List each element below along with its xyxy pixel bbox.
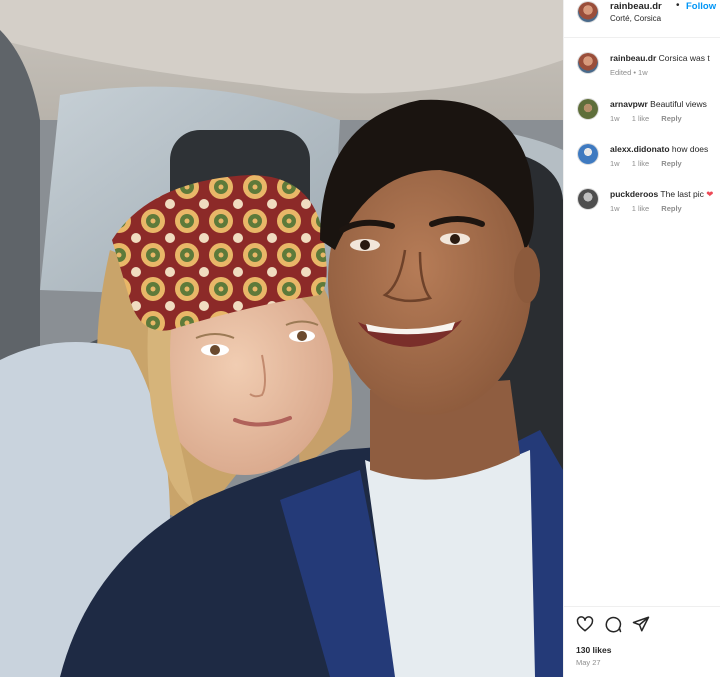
list-item: arnavpwr Beautiful views 1w 1 like Reply [564,90,720,130]
post-author-username[interactable]: rainbeau.dr [610,1,662,12]
comment-meta-edited: Edited • 1w [610,68,648,77]
list-item: puckderoos The last pic ❤ 1w 1 like Repl… [564,180,720,220]
comment-icon[interactable] [604,615,624,635]
post-date: May 27 [576,658,601,667]
comment-time: 1w [610,204,620,213]
comment-likes[interactable]: 1 like [632,114,650,123]
comment-text: Corsica was t [658,53,710,63]
avatar[interactable] [577,98,599,120]
avatar[interactable] [577,1,599,23]
comment-time: 1w [610,159,620,168]
comment-text: The last pic [660,189,704,199]
post-side-panel: rainbeau.dr • Follow Corté, Corsica rain… [563,0,720,677]
likes-count[interactable]: 130 likes [576,645,611,655]
separator-dot: • [676,0,680,11]
heart-icon[interactable] [576,615,596,635]
post-photo[interactable] [0,0,563,677]
comment-username[interactable]: puckderoos [610,189,658,199]
comment-text: how does [671,144,709,154]
avatar[interactable] [577,143,599,165]
post-header: rainbeau.dr • Follow Corté, Corsica [564,0,720,38]
reply-button[interactable]: Reply [661,114,681,123]
comment-time: 1w [610,114,620,123]
reply-button[interactable]: Reply [661,204,681,213]
comment-username[interactable]: alexx.didonato [610,144,670,154]
comment-likes[interactable]: 1 like [632,159,650,168]
list-item: rainbeau.dr Corsica was t Edited • 1w [564,44,720,84]
avatar[interactable] [577,52,599,74]
divider [564,606,720,607]
heart-emoji: ❤ [706,189,714,199]
post-location[interactable]: Corté, Corsica [610,14,661,23]
share-icon[interactable] [632,615,652,635]
comment-text: Beautiful views [650,99,707,109]
list-item: alexx.didonato how does 1w 1 like Reply [564,135,720,175]
follow-button[interactable]: Follow [686,1,716,12]
comment-username[interactable]: arnavpwr [610,99,648,109]
avatar[interactable] [577,188,599,210]
reply-button[interactable]: Reply [661,159,681,168]
comment-username[interactable]: rainbeau.dr [610,53,656,63]
comment-likes[interactable]: 1 like [632,204,650,213]
